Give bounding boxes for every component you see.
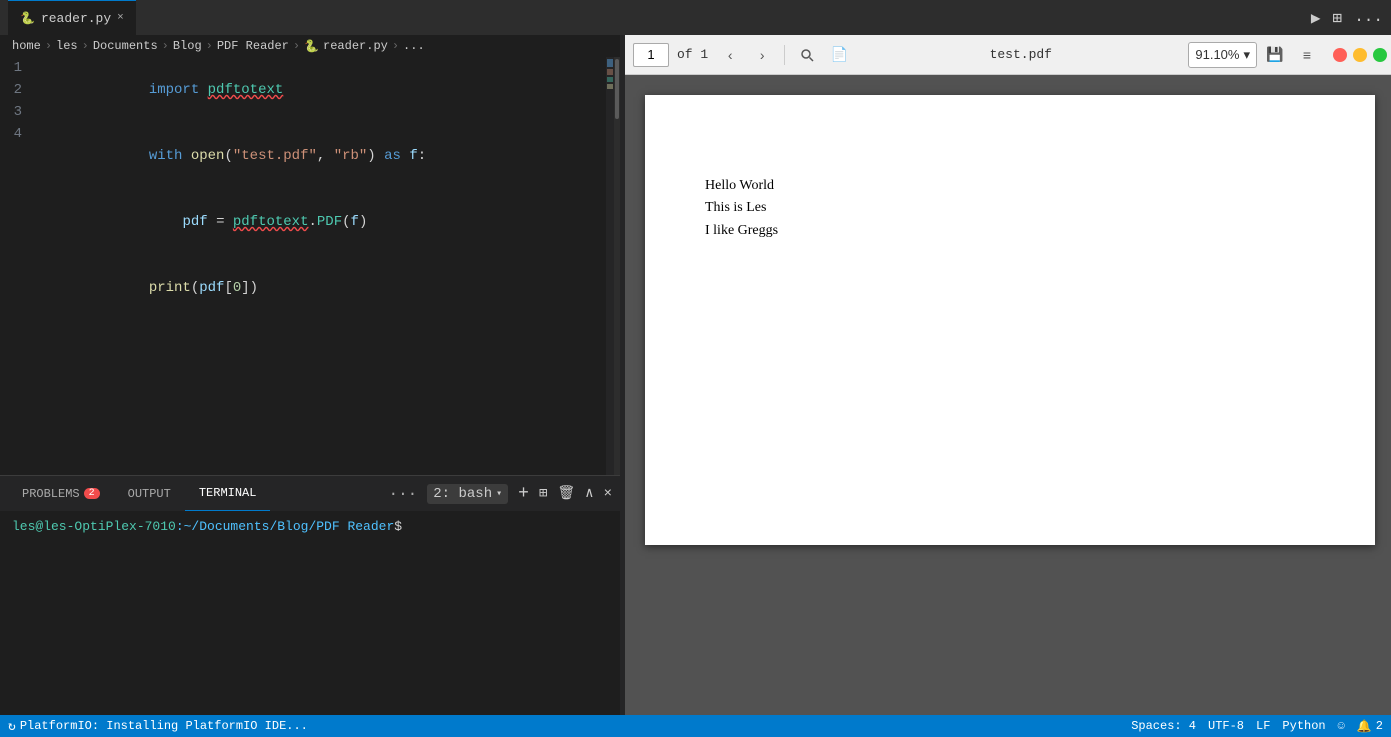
sync-icon: ↻ <box>8 719 16 734</box>
pdf-viewer-panel: of 1 ‹ › 📄 test.pdf 91.10% ▾ 💾 ≡ <box>625 35 1391 715</box>
pdf-zoom-dropdown[interactable]: 91.10% ▾ <box>1188 42 1257 68</box>
tab-filename: reader.py <box>41 11 111 26</box>
code-editor[interactable]: 1 2 3 4 import pdftotext with open("test… <box>0 57 620 475</box>
status-encoding[interactable]: UTF-8 <box>1208 719 1244 734</box>
tab-close-icon[interactable]: × <box>117 12 124 24</box>
status-bar: ↻ PlatformIO: Installing PlatformIO IDE.… <box>0 715 1391 737</box>
terminal-shell-dropdown[interactable]: 2: bash ▾ <box>427 484 508 504</box>
spaces-label: Spaces: 4 <box>1131 719 1196 733</box>
breadcrumb-file-icon: 🐍 <box>304 39 319 54</box>
pdf-page-input[interactable] <box>633 43 669 67</box>
code-line-1: import pdftotext <box>48 57 606 123</box>
pdf-zoom-value: 91.10% <box>1195 47 1239 62</box>
split-terminal-button[interactable]: ⊞ <box>539 485 547 502</box>
language-label: Python <box>1282 719 1325 733</box>
breadcrumb: home › les › Documents › Blog › PDF Read… <box>0 35 620 57</box>
status-line-ending[interactable]: LF <box>1256 719 1270 734</box>
editor-area: home › les › Documents › Blog › PDF Read… <box>0 35 620 715</box>
code-line-3: pdf = pdftotext.PDF(f) <box>48 189 606 255</box>
terminal-content[interactable]: les@les-OptiPlex-7010:~/Documents/Blog/P… <box>0 511 620 715</box>
terminal-panel: PROBLEMS 2 OUTPUT TERMINAL ··· 2: bash ▾ <box>0 475 620 715</box>
more-actions-button[interactable]: ... <box>1354 8 1383 28</box>
pdf-window-minimize-button[interactable] <box>1353 48 1367 62</box>
prompt-path: :~/Documents/Blog/PDF Reader <box>176 519 394 534</box>
tab-bar: 🐍 reader.py × ▶ ⊞ ... <box>0 0 1391 35</box>
status-left: ↻ PlatformIO: Installing PlatformIO IDE.… <box>8 719 308 734</box>
tab-terminal[interactable]: TERMINAL <box>185 476 271 511</box>
pdf-save-button[interactable]: 💾 <box>1261 41 1289 69</box>
terminal-tabs: PROBLEMS 2 OUTPUT TERMINAL ··· 2: bash ▾ <box>0 476 620 511</box>
breadcrumb-more[interactable]: ... <box>403 39 425 53</box>
encoding-label: UTF-8 <box>1208 719 1244 733</box>
tab-problems[interactable]: PROBLEMS 2 <box>8 476 114 511</box>
tab-output[interactable]: OUTPUT <box>114 476 185 511</box>
maximize-panel-button[interactable]: ∧ <box>585 485 593 502</box>
new-terminal-button[interactable]: + <box>518 484 529 504</box>
status-smiley[interactable]: ☺ <box>1338 719 1345 734</box>
split-editor-button[interactable]: ⊞ <box>1333 8 1343 28</box>
python-file-icon: 🐍 <box>20 11 35 26</box>
breadcrumb-filename[interactable]: reader.py <box>323 39 388 53</box>
close-panel-button[interactable]: × <box>604 486 612 502</box>
pdf-text-content: Hello World This is Les I like Greggs <box>705 175 778 242</box>
status-spaces[interactable]: Spaces: 4 <box>1131 719 1196 734</box>
editor-tab[interactable]: 🐍 reader.py × <box>8 0 136 35</box>
left-panel: home › les › Documents › Blog › PDF Read… <box>0 35 620 715</box>
pdf-title: test.pdf <box>857 47 1184 62</box>
status-platformio[interactable]: ↻ PlatformIO: Installing PlatformIO IDE.… <box>8 719 308 734</box>
prompt-user: les@les-OptiPlex-7010 <box>12 519 176 534</box>
breadcrumb-home[interactable]: home <box>12 39 41 53</box>
breadcrumb-documents[interactable]: Documents <box>93 39 158 53</box>
pdf-line-3: I like Greggs <box>705 220 778 242</box>
smiley-icon: ☺ <box>1338 719 1345 733</box>
status-notifications[interactable]: 🔔 2 <box>1357 719 1383 734</box>
pdf-toolbar-separator <box>784 45 785 65</box>
editor-actions: ▶ ⊞ ... <box>1311 8 1383 28</box>
code-content[interactable]: import pdftotext with open("test.pdf", "… <box>40 57 606 475</box>
pdf-bookmark-button[interactable]: 📄 <box>825 41 853 69</box>
pdf-window-controls <box>1333 48 1387 62</box>
pdf-content-area: Hello World This is Les I like Greggs <box>625 75 1391 715</box>
status-right: Spaces: 4 UTF-8 LF Python ☺ 🔔 2 <box>1131 719 1383 734</box>
editor-scrollbar[interactable] <box>614 57 620 475</box>
bell-icon: 🔔 <box>1357 719 1372 734</box>
line-numbers: 1 2 3 4 <box>0 57 40 475</box>
minimap <box>606 57 614 475</box>
zoom-chevron-icon: ▾ <box>1243 47 1250 63</box>
pdf-next-button[interactable]: › <box>748 41 776 69</box>
platformio-label: PlatformIO: Installing PlatformIO IDE... <box>20 719 308 733</box>
pdf-menu-button[interactable]: ≡ <box>1293 41 1321 69</box>
kill-terminal-button[interactable]: 🗑 <box>557 485 575 502</box>
main-area: home › les › Documents › Blog › PDF Read… <box>0 35 1391 715</box>
terminal-more-icon[interactable]: ··· <box>388 485 417 503</box>
pdf-page-total: of 1 <box>677 47 708 62</box>
code-line-4: print(pdf[0]) <box>48 255 606 321</box>
breadcrumb-les[interactable]: les <box>56 39 78 53</box>
pdf-search-button[interactable] <box>793 41 821 69</box>
status-language[interactable]: Python <box>1282 719 1325 734</box>
pdf-prev-button[interactable]: ‹ <box>716 41 744 69</box>
terminal-actions: ··· 2: bash ▾ + ⊞ 🗑 ∧ × <box>388 484 612 504</box>
pdf-page: Hello World This is Les I like Greggs <box>645 95 1375 545</box>
prompt-dollar: $ <box>394 519 402 534</box>
pdf-line-2: This is Les <box>705 197 778 219</box>
pdf-window-maximize-button[interactable] <box>1373 48 1387 62</box>
breadcrumb-pdf-reader[interactable]: PDF Reader <box>217 39 289 53</box>
pdf-toolbar: of 1 ‹ › 📄 test.pdf 91.10% ▾ 💾 ≡ <box>625 35 1391 75</box>
notification-count: 2 <box>1376 719 1383 733</box>
breadcrumb-blog[interactable]: Blog <box>173 39 202 53</box>
run-button[interactable]: ▶ <box>1311 8 1321 28</box>
line-ending-label: LF <box>1256 719 1270 733</box>
chevron-down-icon: ▾ <box>496 488 502 500</box>
pdf-line-1: Hello World <box>705 175 778 197</box>
problems-badge: 2 <box>84 488 100 499</box>
code-line-2: with open("test.pdf", "rb") as f: <box>48 123 606 189</box>
pdf-window-close-button[interactable] <box>1333 48 1347 62</box>
